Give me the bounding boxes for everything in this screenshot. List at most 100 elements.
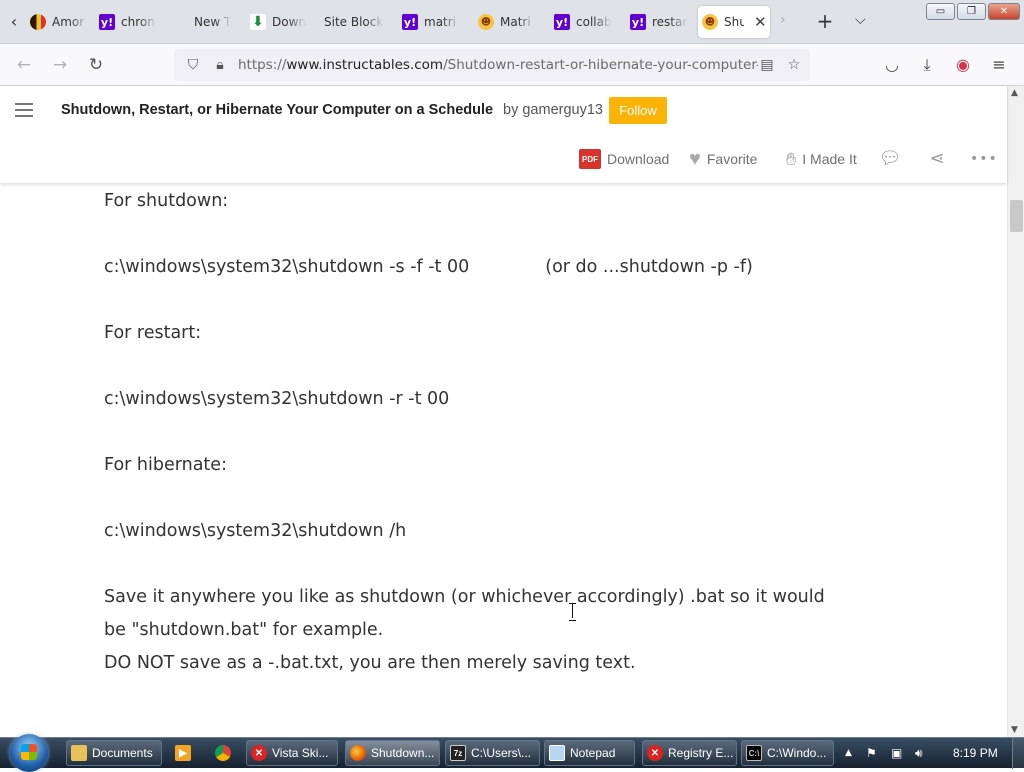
taskbar-item-7zip[interactable]: 7z C:\Users\... <box>445 740 540 766</box>
network-icon[interactable]: ▣ <box>891 746 902 760</box>
tab-scroll-left-icon[interactable]: ‹ <box>6 12 22 32</box>
list-all-tabs-icon[interactable]: ⌵ <box>855 12 866 28</box>
bookmark-star-icon[interactable]: ☆ <box>786 57 802 73</box>
site-menu-icon[interactable] <box>15 103 33 117</box>
tracking-protection-shield-icon[interactable]: ⛉ <box>185 57 201 73</box>
taskbar-item-media-player[interactable]: ▶ <box>170 740 196 766</box>
taskbar-label: Notepad <box>570 746 616 760</box>
notepad-icon <box>549 745 565 761</box>
lock-icon[interactable]: 🔒︎ <box>212 57 228 73</box>
url-bar[interactable]: ⛉ 🔒︎ https://www.instructables.com/Shutd… <box>174 49 810 81</box>
shutdown-alt-note: (or do ...shutdown -p -f) <box>545 257 753 277</box>
tab-restart[interactable]: y! restar <box>626 6 688 38</box>
taskbar-label: Documents <box>92 746 153 760</box>
url-text[interactable]: https://www.instructables.com/Shutdown-r… <box>238 57 758 73</box>
maximize-button[interactable]: ❐ <box>957 3 986 20</box>
tab-new-tab[interactable]: New T <box>176 6 232 38</box>
tab-chron[interactable]: y! chron <box>95 6 157 38</box>
scrollbar-thumb[interactable] <box>1010 200 1023 232</box>
comments-icon[interactable]: 💬︎ <box>877 148 903 170</box>
tab-matri-yahoo[interactable]: y! matri <box>398 6 460 38</box>
media-player-icon: ▶ <box>175 745 191 761</box>
taskbar-item-cmd[interactable]: C:\ C:\Windo... <box>741 740 834 766</box>
tab-matri[interactable]: ☻ Matri <box>474 6 536 38</box>
taskbar-item-notepad[interactable]: Notepad <box>544 740 635 766</box>
page-scrollbar[interactable]: ▲ ▼ <box>1007 86 1024 737</box>
follow-button[interactable]: Follow <box>609 97 667 124</box>
scroll-up-icon[interactable]: ▲ <box>1011 88 1018 98</box>
windows-taskbar: Documents ▶ ✕ Vista Ski... Shutdown... 7… <box>0 734 1024 772</box>
taskbar-item-documents[interactable]: Documents <box>66 740 162 766</box>
step-text: For restart: <box>104 323 202 343</box>
site-header: Shutdown, Restart, or Hibernate Your Com… <box>0 86 1007 183</box>
minimize-button[interactable]: ▭ <box>926 3 955 20</box>
amor-icon <box>30 14 46 30</box>
author-link[interactable]: gamerguy13 <box>522 102 603 118</box>
forward-icon[interactable]: → <box>49 55 71 77</box>
step-text: Save it anywhere you like as shutdown (o… <box>104 587 825 607</box>
taskbar-label: Registry E... <box>668 746 734 760</box>
instructables-icon: ☻ <box>478 14 494 30</box>
error-icon: ✕ <box>647 745 663 761</box>
download-label: Download <box>607 151 670 167</box>
scroll-down-icon[interactable]: ▼ <box>1011 725 1018 735</box>
taskbar-item-chrome[interactable] <box>210 740 236 766</box>
article-body: For shutdown: c:\windows\system32\shutdo… <box>0 183 1007 737</box>
step-command: c:\windows\system32\shutdown -s -f -t 00… <box>104 251 753 284</box>
reload-icon[interactable]: ↻ <box>85 55 107 77</box>
pocket-icon[interactable]: ◡ <box>882 55 902 75</box>
by-label: by <box>503 102 519 118</box>
tab-collab[interactable]: y! collab <box>550 6 612 38</box>
start-button[interactable] <box>10 734 48 772</box>
tab-site-blocker[interactable]: Site Blocke <box>320 6 384 38</box>
more-options-icon[interactable]: ••• <box>970 148 997 170</box>
shutdown-command: c:\windows\system32\shutdown -s -f -t 00 <box>104 257 470 277</box>
taskbar-label: Vista Ski... <box>272 746 329 760</box>
step-text: DO NOT save as a -.bat.txt, you are then… <box>104 653 636 673</box>
error-icon: ✕ <box>251 745 267 761</box>
extension-icon[interactable]: ◉ <box>953 55 973 75</box>
volume-icon[interactable]: 🔊︎ <box>915 746 923 761</box>
show-desktop-button[interactable] <box>1012 738 1024 769</box>
hand-icon: ✋︎ <box>786 148 797 169</box>
tab-download[interactable]: ⬇ Down <box>246 6 306 38</box>
yahoo-icon: y! <box>402 14 418 30</box>
tray-expand-icon[interactable]: ▲ <box>845 748 852 758</box>
close-tab-icon[interactable]: ✕ <box>754 13 767 31</box>
taskbar-clock[interactable]: 8:19 PM <box>953 746 998 760</box>
yahoo-icon: y! <box>630 14 646 30</box>
new-tab-button[interactable]: + <box>814 10 836 32</box>
yahoo-icon: y! <box>554 14 570 30</box>
close-window-button[interactable]: ✕ <box>988 3 1020 20</box>
download-icon: ⬇ <box>250 14 266 30</box>
taskbar-label: C:\Users\... <box>471 746 532 760</box>
downloads-icon[interactable]: ⤓ <box>917 55 937 75</box>
cmd-icon: C:\ <box>746 745 762 761</box>
i-made-it-button[interactable]: ✋︎ I Made It <box>786 148 857 170</box>
back-icon[interactable]: ← <box>13 55 35 77</box>
share-icon[interactable]: ⋖ <box>926 148 948 170</box>
folder-icon <box>71 745 87 761</box>
article-title: Shutdown, Restart, or Hibernate Your Com… <box>61 102 494 118</box>
step-text: be "shutdown.bat" for example. <box>104 620 384 640</box>
tab-strip: ‹ Amor y! chron New T ⬇ Down Site Blocke… <box>0 0 1024 44</box>
step-command: c:\windows\system32\shutdown -r -t 00 <box>104 389 450 409</box>
menu-hamburger-icon[interactable]: ≡ <box>989 55 1009 75</box>
favorite-label: Favorite <box>706 151 758 167</box>
step-text: For shutdown: <box>104 191 229 211</box>
tab-scroll-right-icon[interactable]: › <box>780 12 786 28</box>
download-pdf-button[interactable]: PDF Download <box>579 148 669 170</box>
yahoo-icon: y! <box>99 14 115 30</box>
step-command: c:\windows\system32\shutdown /h <box>104 521 407 541</box>
navigation-toolbar: ← → ↻ ⛉ 🔒︎ https://www.instructables.com… <box>0 44 1024 86</box>
taskbar-item-registry-editor[interactable]: ✕ Registry E... <box>642 740 737 766</box>
taskbar-item-firefox-shutdown[interactable]: Shutdown... <box>345 740 440 766</box>
tab-amor[interactable]: Amor <box>26 6 88 38</box>
reader-view-icon[interactable]: ▤ <box>759 57 775 73</box>
tab-shutdown-active[interactable]: ☻ Shu ✕ <box>698 6 770 38</box>
text-cursor-icon <box>569 603 576 621</box>
author-byline: by gamerguy13 <box>503 102 603 118</box>
taskbar-item-vista-skin[interactable]: ✕ Vista Ski... <box>246 740 338 766</box>
action-center-flag-icon[interactable]: ⚑ <box>866 746 877 760</box>
favorite-button[interactable]: ♥ Favorite <box>689 148 757 170</box>
